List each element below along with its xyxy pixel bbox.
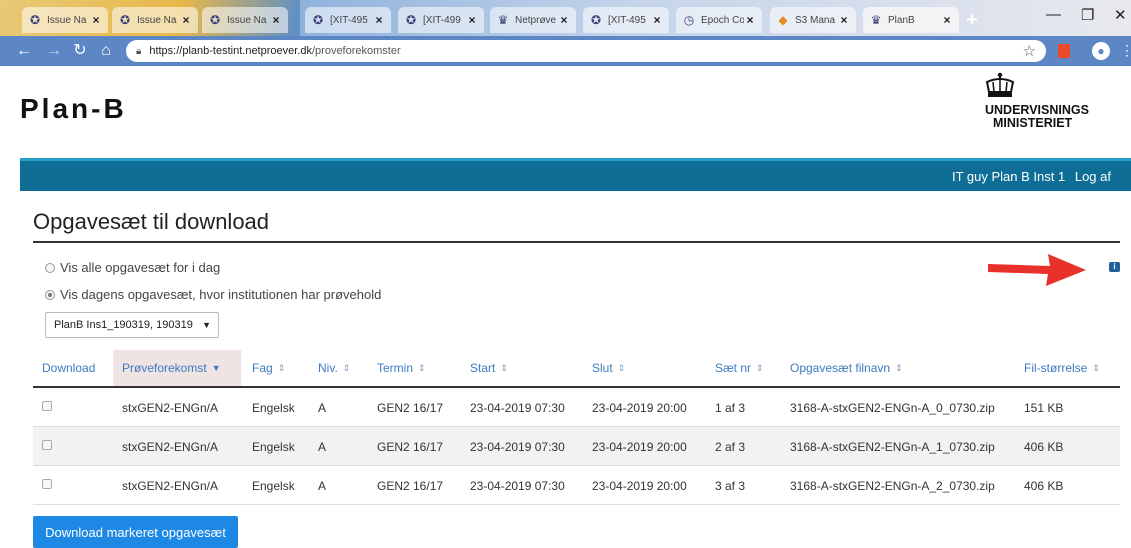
col-saet-nr[interactable]: Sæt nr ⇕ <box>715 350 764 386</box>
minimize-icon[interactable]: — <box>1046 6 1061 23</box>
top-navbar: IT guy Plan B Inst 1 Log af <box>20 158 1131 191</box>
user-menu: IT guy Plan B Inst 1 Log af <box>946 169 1111 184</box>
home-icon[interactable]: ⌂ <box>96 41 116 61</box>
page-title: Opgavesæt til download <box>33 209 270 234</box>
close-icon[interactable]: × <box>270 13 282 27</box>
col-slut[interactable]: Slut ⇕ <box>592 350 625 386</box>
box-icon: ◆ <box>778 13 788 27</box>
crown-icon <box>985 72 1015 97</box>
issue-icon: ✪ <box>405 13 417 27</box>
radio-show-today[interactable]: Vis dagens opgavesæt, hvor institutionen… <box>45 287 381 302</box>
profile-icon[interactable]: ● <box>1092 42 1110 60</box>
browser-toolbar: ← → ↻ ⌂ 🔒︎ https://planb-testint.netproe… <box>0 36 1131 66</box>
close-icon[interactable]: × <box>90 13 102 27</box>
crown-icon: ♛ <box>870 13 882 27</box>
browser-tab[interactable]: ✪ [XIT-495 × <box>583 7 669 33</box>
row-checkbox[interactable] <box>42 440 52 450</box>
close-icon[interactable]: × <box>941 13 953 27</box>
issue-icon: ✪ <box>29 13 41 27</box>
col-proveforekomst[interactable]: Prøveforekomst ▼ <box>113 350 241 386</box>
close-icon[interactable]: × <box>744 13 756 27</box>
radio-show-all[interactable]: Vis alle opgavesæt for i dag <box>45 260 220 275</box>
col-filnavn[interactable]: Opgavesæt filnavn ⇕ <box>790 350 903 386</box>
sort-icon: ⇕ <box>342 362 351 373</box>
team-select[interactable]: PlanB Ins1_190319, 190319 ▼ <box>45 312 219 338</box>
browser-tab[interactable]: ◷ Epoch Co × <box>676 7 762 33</box>
restore-icon[interactable]: ❐ <box>1081 6 1094 24</box>
close-icon[interactable]: × <box>466 13 478 27</box>
sort-icon: ⇕ <box>617 362 626 373</box>
red-arrow-icon <box>988 254 1086 286</box>
extension-icon[interactable] <box>1058 44 1070 58</box>
close-icon[interactable]: × <box>651 13 663 27</box>
close-icon[interactable]: × <box>558 13 570 27</box>
close-window-icon[interactable]: ✕ <box>1114 6 1127 24</box>
sort-desc-icon: ▼ <box>211 363 221 373</box>
issue-icon: ✪ <box>590 13 602 27</box>
sort-icon: ⇕ <box>418 362 426 373</box>
browser-tab[interactable]: ♛ Netprøve × <box>490 7 576 33</box>
browser-tab[interactable]: ✪ Issue Na × <box>202 7 288 33</box>
site-logo[interactable]: Plan-B <box>20 93 127 125</box>
issue-icon: ✪ <box>312 13 324 27</box>
browser-tab-active[interactable]: ♛ PlanB × <box>863 7 959 33</box>
logout-link[interactable]: Log af <box>1075 169 1111 184</box>
ministry-logo: UNDERVISNINGS MINISTERIET <box>985 72 1125 130</box>
menu-icon[interactable]: ⋮ <box>1120 42 1131 59</box>
browser-tab-strip: ✪ Issue Na × ✪ Issue Na × ✪ Issue Na × ✪… <box>0 0 1131 36</box>
col-start[interactable]: Start ⇕ <box>470 350 508 386</box>
sort-icon: ⇕ <box>277 362 286 373</box>
col-filstorrelse[interactable]: Fil-størrelse ⇕ <box>1024 350 1100 386</box>
radio-button[interactable] <box>45 262 55 273</box>
browser-tab[interactable]: ✪ Issue Na × <box>112 7 198 33</box>
address-bar[interactable]: 🔒︎ https://planb-testint.netproever.dk /… <box>126 40 1046 62</box>
browser-tab[interactable]: ✪ Issue Na × <box>22 7 108 33</box>
caret-down-icon: ▼ <box>202 320 211 330</box>
radio-button-checked[interactable] <box>45 289 55 300</box>
user-name[interactable]: IT guy Plan B Inst 1 <box>952 169 1065 184</box>
download-selected-button[interactable]: Download markeret opgavesæt <box>33 516 238 548</box>
sort-icon: ⇕ <box>756 362 764 373</box>
close-icon[interactable]: × <box>838 13 850 27</box>
back-icon[interactable]: ← <box>14 41 34 61</box>
close-icon[interactable]: × <box>373 13 385 27</box>
sort-icon: ⇕ <box>500 362 508 373</box>
clock-icon: ◷ <box>683 13 695 27</box>
info-icon[interactable]: i <box>1109 262 1120 272</box>
table-row: stxGEN2-ENGn/A Engelsk A GEN2 16/17 23-0… <box>33 427 1120 466</box>
sort-icon: ⇕ <box>1092 362 1100 373</box>
browser-tab[interactable]: ✪ [XIT-495 × <box>305 7 391 33</box>
table-row: stxGEN2-ENGn/A Engelsk A GEN2 16/17 23-0… <box>33 466 1120 505</box>
col-fag[interactable]: Fag ⇕ <box>252 350 285 386</box>
sort-icon: ⇕ <box>895 362 903 373</box>
reload-icon[interactable]: ↻ <box>70 41 90 61</box>
issue-icon: ✪ <box>209 13 221 27</box>
row-checkbox[interactable] <box>42 479 52 489</box>
bookmark-star-icon[interactable]: ☆ <box>1023 42 1036 60</box>
table-row: stxGEN2-ENGn/A Engelsk A GEN2 16/17 23-0… <box>33 388 1120 427</box>
issue-icon: ✪ <box>119 13 131 27</box>
col-termin[interactable]: Termin ⇕ <box>377 350 426 386</box>
forward-icon[interactable]: → <box>44 41 64 61</box>
title-divider <box>33 241 1120 243</box>
browser-tab[interactable]: ✪ [XIT-499 × <box>398 7 484 33</box>
crown-icon: ♛ <box>497 13 509 27</box>
browser-tab[interactable]: ◆ S3 Mana × <box>770 7 856 33</box>
col-download: Download <box>42 361 96 375</box>
close-icon[interactable]: × <box>180 13 192 27</box>
new-tab-icon[interactable]: + <box>966 9 978 32</box>
ministry-name: UNDERVISNINGS MINISTERIET <box>985 103 1089 130</box>
lock-icon: 🔒︎ <box>136 45 142 57</box>
row-checkbox[interactable] <box>42 401 52 411</box>
col-niv[interactable]: Niv. ⇕ <box>318 350 350 386</box>
